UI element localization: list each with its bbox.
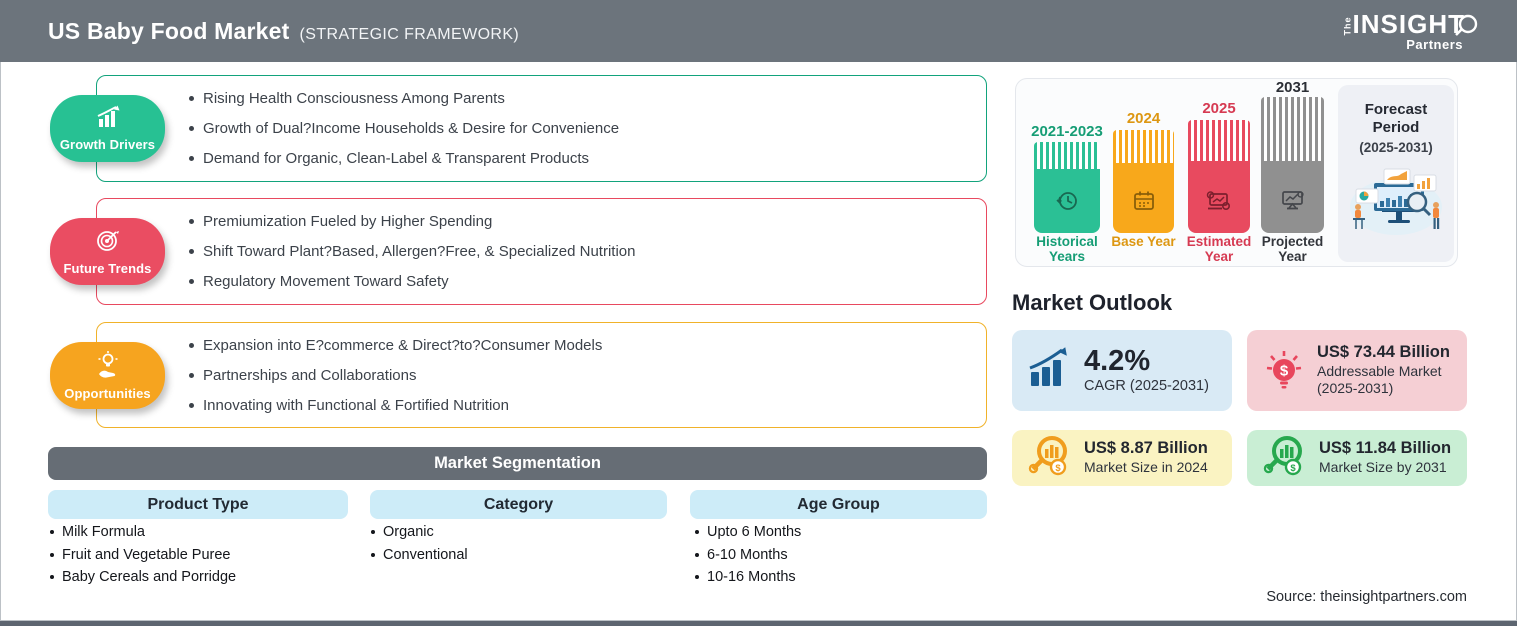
timeline-year: 2031	[1275, 79, 1310, 96]
category-list: Organic Conventional	[371, 524, 468, 563]
header-bar: US Baby Food Market (STRATEGIC FRAMEWORK…	[0, 0, 1517, 62]
list-item: Premiumization Fueled by Higher Spending	[189, 213, 635, 230]
list-item: Innovating with Functional & Fortified N…	[189, 397, 602, 414]
future-trends-badge: Future Trends	[50, 218, 165, 285]
addressable-market-card: $ US$ 73.44 Billion Addressable Market (…	[1247, 330, 1467, 411]
cagr-card: 4.2% CAGR (2025-2031)	[1012, 330, 1232, 411]
growth-chart-icon	[1027, 346, 1073, 395]
opportunities-box: Expansion into E?commerce & Direct?to?Co…	[96, 322, 987, 428]
bulb-dollar-icon: $	[1262, 344, 1306, 397]
badge-label: Growth Drivers	[59, 137, 156, 152]
bar-chart-growth-icon	[93, 105, 123, 134]
bulb-hand-icon	[95, 350, 121, 383]
list-item: Milk Formula	[50, 524, 236, 540]
market-size-2024-label: Market Size in 2024	[1084, 459, 1208, 476]
segment-header-category: Category	[370, 490, 667, 519]
growth-drivers-badge: Growth Drivers	[50, 95, 165, 162]
list-item: Rising Health Consciousness Among Parent…	[189, 90, 619, 107]
forecast-illustration	[1344, 163, 1448, 242]
badge-label: Future Trends	[63, 261, 152, 276]
projection-screen-icon	[1279, 188, 1307, 219]
addressable-market-range: (2025-2031)	[1317, 380, 1394, 397]
magnifier-chart-green-icon: $	[1262, 434, 1308, 483]
insight-partners-logo: The INSIGHT Partners	[1342, 9, 1478, 52]
magnifier-chart-orange-icon: $	[1027, 434, 1073, 483]
logo-partners: Partners	[1406, 37, 1463, 52]
svg-text:$: $	[1290, 463, 1296, 474]
research-timeline-card: 2021-2023 Historical Years 2024 Base Yea…	[1015, 78, 1458, 267]
timeline-bar-projected	[1261, 97, 1324, 233]
market-outlook-title: Market Outlook	[1012, 290, 1173, 315]
timeline-caption: Projected Year	[1261, 234, 1324, 264]
timeline-bar-historical	[1034, 142, 1100, 233]
timeline-bar-estimated	[1188, 120, 1250, 233]
future-trends-box: Premiumization Fueled by Higher Spending…	[96, 198, 987, 305]
page-subtitle: (STRATEGIC FRAMEWORK)	[299, 25, 520, 43]
cagr-label: CAGR (2025-2031)	[1084, 377, 1209, 394]
market-size-2024-value: US$ 8.87 Billion	[1084, 439, 1208, 458]
list-item: Demand for Organic, Clean-Label & Transp…	[189, 150, 619, 167]
badge-label: Opportunities	[64, 385, 151, 401]
list-item: Fruit and Vegetable Puree	[50, 547, 236, 563]
history-clock-icon	[1054, 188, 1080, 219]
product-type-list: Milk Formula Fruit and Vegetable Puree B…	[50, 524, 236, 585]
source-attribution: Source: theinsightpartners.com	[1266, 589, 1467, 605]
list-item: 10-16 Months	[695, 569, 801, 585]
list-item: Baby Cereals and Porridge	[50, 569, 236, 585]
addressable-market-label: Addressable Market	[1317, 362, 1442, 379]
list-item: Growth of Dual?Income Households & Desir…	[189, 120, 619, 137]
future-trends-list: Premiumization Fueled by Higher Spending…	[189, 213, 635, 290]
svg-text:$: $	[1280, 363, 1289, 380]
market-size-2031-card: $ US$ 11.84 Billion Market Size by 2031	[1247, 430, 1467, 486]
logo-insight: INSIGHT	[1352, 9, 1465, 39]
growth-drivers-box: Rising Health Consciousness Among Parent…	[96, 75, 987, 182]
list-item: 6-10 Months	[695, 547, 801, 563]
timeline-year: 2025	[1202, 100, 1236, 117]
list-item: Partnerships and Collaborations	[189, 367, 602, 384]
page-title-wrap: US Baby Food Market (STRATEGIC FRAMEWORK…	[48, 18, 519, 45]
addressable-market-value: US$ 73.44 Billion	[1317, 343, 1450, 362]
segment-header-product-type: Product Type	[48, 490, 348, 519]
calendar-icon	[1131, 188, 1157, 219]
list-item: Organic	[371, 524, 468, 540]
forecast-period-title: Forecast Period	[1364, 101, 1428, 136]
infographic-canvas: US Baby Food Market (STRATEGIC FRAMEWORK…	[0, 0, 1517, 626]
forecast-period-range: (2025-2031)	[1359, 140, 1433, 155]
market-segmentation-header: Market Segmentation	[48, 447, 987, 480]
segment-header-age-group: Age Group	[690, 490, 987, 519]
cagr-value: 4.2%	[1084, 345, 1151, 378]
svg-text:$: $	[1055, 463, 1061, 474]
logo-the: The	[1342, 16, 1353, 36]
growth-drivers-list: Rising Health Consciousness Among Parent…	[189, 90, 619, 167]
market-size-2031-label: Market Size by 2031	[1319, 459, 1447, 476]
list-item: Expansion into E?commerce & Direct?to?Co…	[189, 337, 602, 354]
page-title: US Baby Food Market	[48, 17, 290, 44]
list-item: Conventional	[371, 547, 468, 563]
estimate-laptop-icon	[1205, 190, 1233, 219]
target-dart-icon	[95, 227, 121, 258]
market-size-2024-card: $ US$ 8.87 Billion Market Size in 2024	[1012, 430, 1232, 486]
forecast-period-panel: Forecast Period (2025-2031)	[1338, 85, 1454, 262]
list-item: Regulatory Movement Toward Safety	[189, 273, 635, 290]
list-item: Upto 6 Months	[695, 524, 801, 540]
bottom-accent-bar	[0, 621, 1517, 626]
age-group-list: Upto 6 Months 6-10 Months 10-16 Months	[695, 524, 801, 585]
market-size-2031-value: US$ 11.84 Billion	[1319, 439, 1452, 458]
opportunities-badge: Opportunities	[50, 342, 165, 409]
opportunities-list: Expansion into E?commerce & Direct?to?Co…	[189, 337, 602, 414]
list-item: Shift Toward Plant?Based, Allergen?Free,…	[189, 243, 635, 260]
timeline-bar-base	[1113, 130, 1174, 233]
